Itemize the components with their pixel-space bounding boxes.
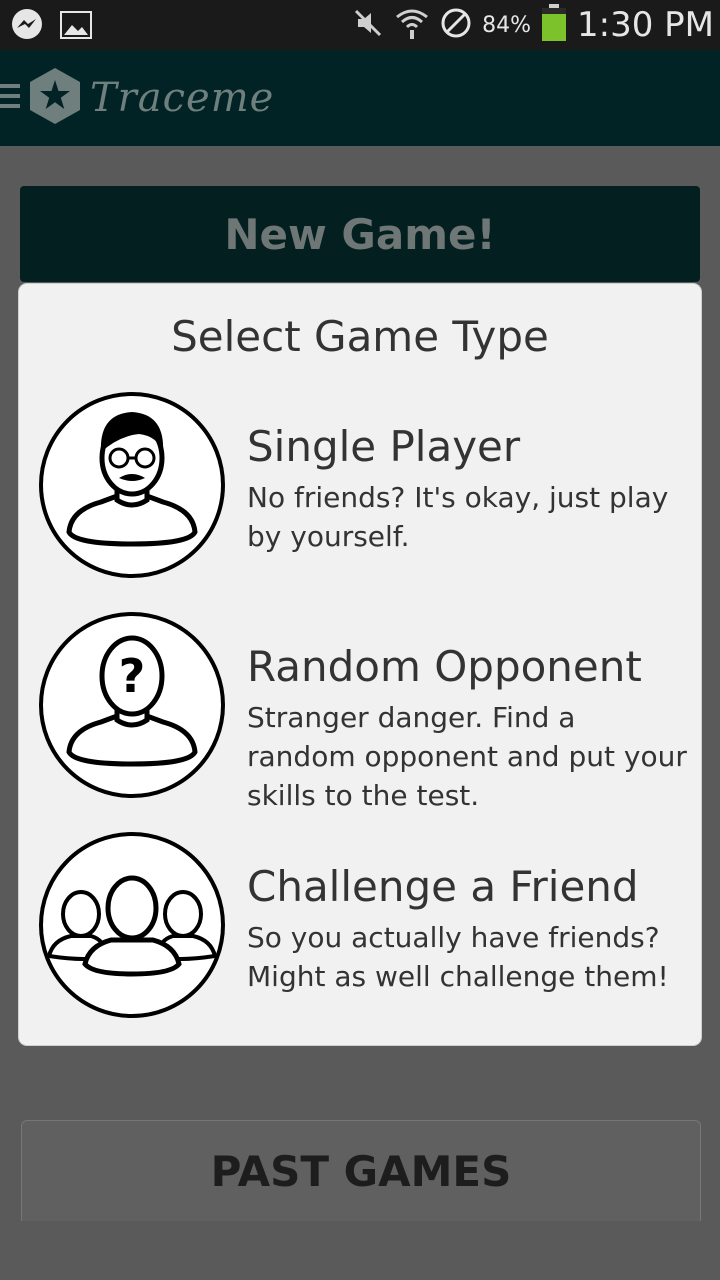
status-notifications	[10, 8, 92, 46]
app-bar: Traceme	[0, 50, 720, 146]
option-challenge-friend[interactable]: Challenge a Friend So you actually have …	[19, 832, 701, 1032]
option-single-player[interactable]: Single Player No friends? It's okay, jus…	[19, 392, 701, 592]
new-game-button[interactable]: New Game!	[20, 186, 700, 282]
option-description: So you actually have friends? Might as w…	[247, 921, 669, 993]
option-description: No friends? It's okay, just play by your…	[247, 481, 669, 553]
menu-icon[interactable]	[0, 81, 22, 115]
status-indicators: 84% 1:30 PM	[352, 0, 714, 50]
option-title: Random Opponent	[247, 642, 642, 691]
no-signal-icon	[440, 7, 472, 43]
dialog-title: Select Game Type	[171, 312, 549, 361]
mute-icon	[352, 7, 384, 43]
app-title: Traceme	[90, 75, 275, 121]
battery-icon	[541, 4, 567, 46]
option-random-opponent[interactable]: ? Random Opponent Stranger danger. Find …	[19, 612, 701, 812]
option-title: Single Player	[247, 422, 521, 471]
image-notification-icon	[60, 11, 92, 43]
wifi-icon	[394, 5, 430, 45]
battery-percent: 84%	[482, 12, 531, 38]
single-player-icon	[39, 392, 225, 578]
svg-text:?: ?	[119, 649, 146, 703]
app-logo-icon[interactable]	[28, 66, 82, 130]
status-time: 1:30 PM	[577, 5, 714, 45]
select-game-type-dialog: Select Game Type Single Player No friend…	[19, 284, 701, 1045]
past-games-button[interactable]: PAST GAMES	[21, 1120, 701, 1221]
messenger-icon	[10, 8, 44, 46]
status-bar: 84% 1:30 PM	[0, 0, 720, 50]
option-description: Stranger danger. Find a random opponent …	[247, 701, 687, 812]
challenge-friend-icon	[39, 832, 225, 1018]
random-opponent-icon: ?	[39, 612, 225, 798]
option-title: Challenge a Friend	[247, 862, 639, 911]
